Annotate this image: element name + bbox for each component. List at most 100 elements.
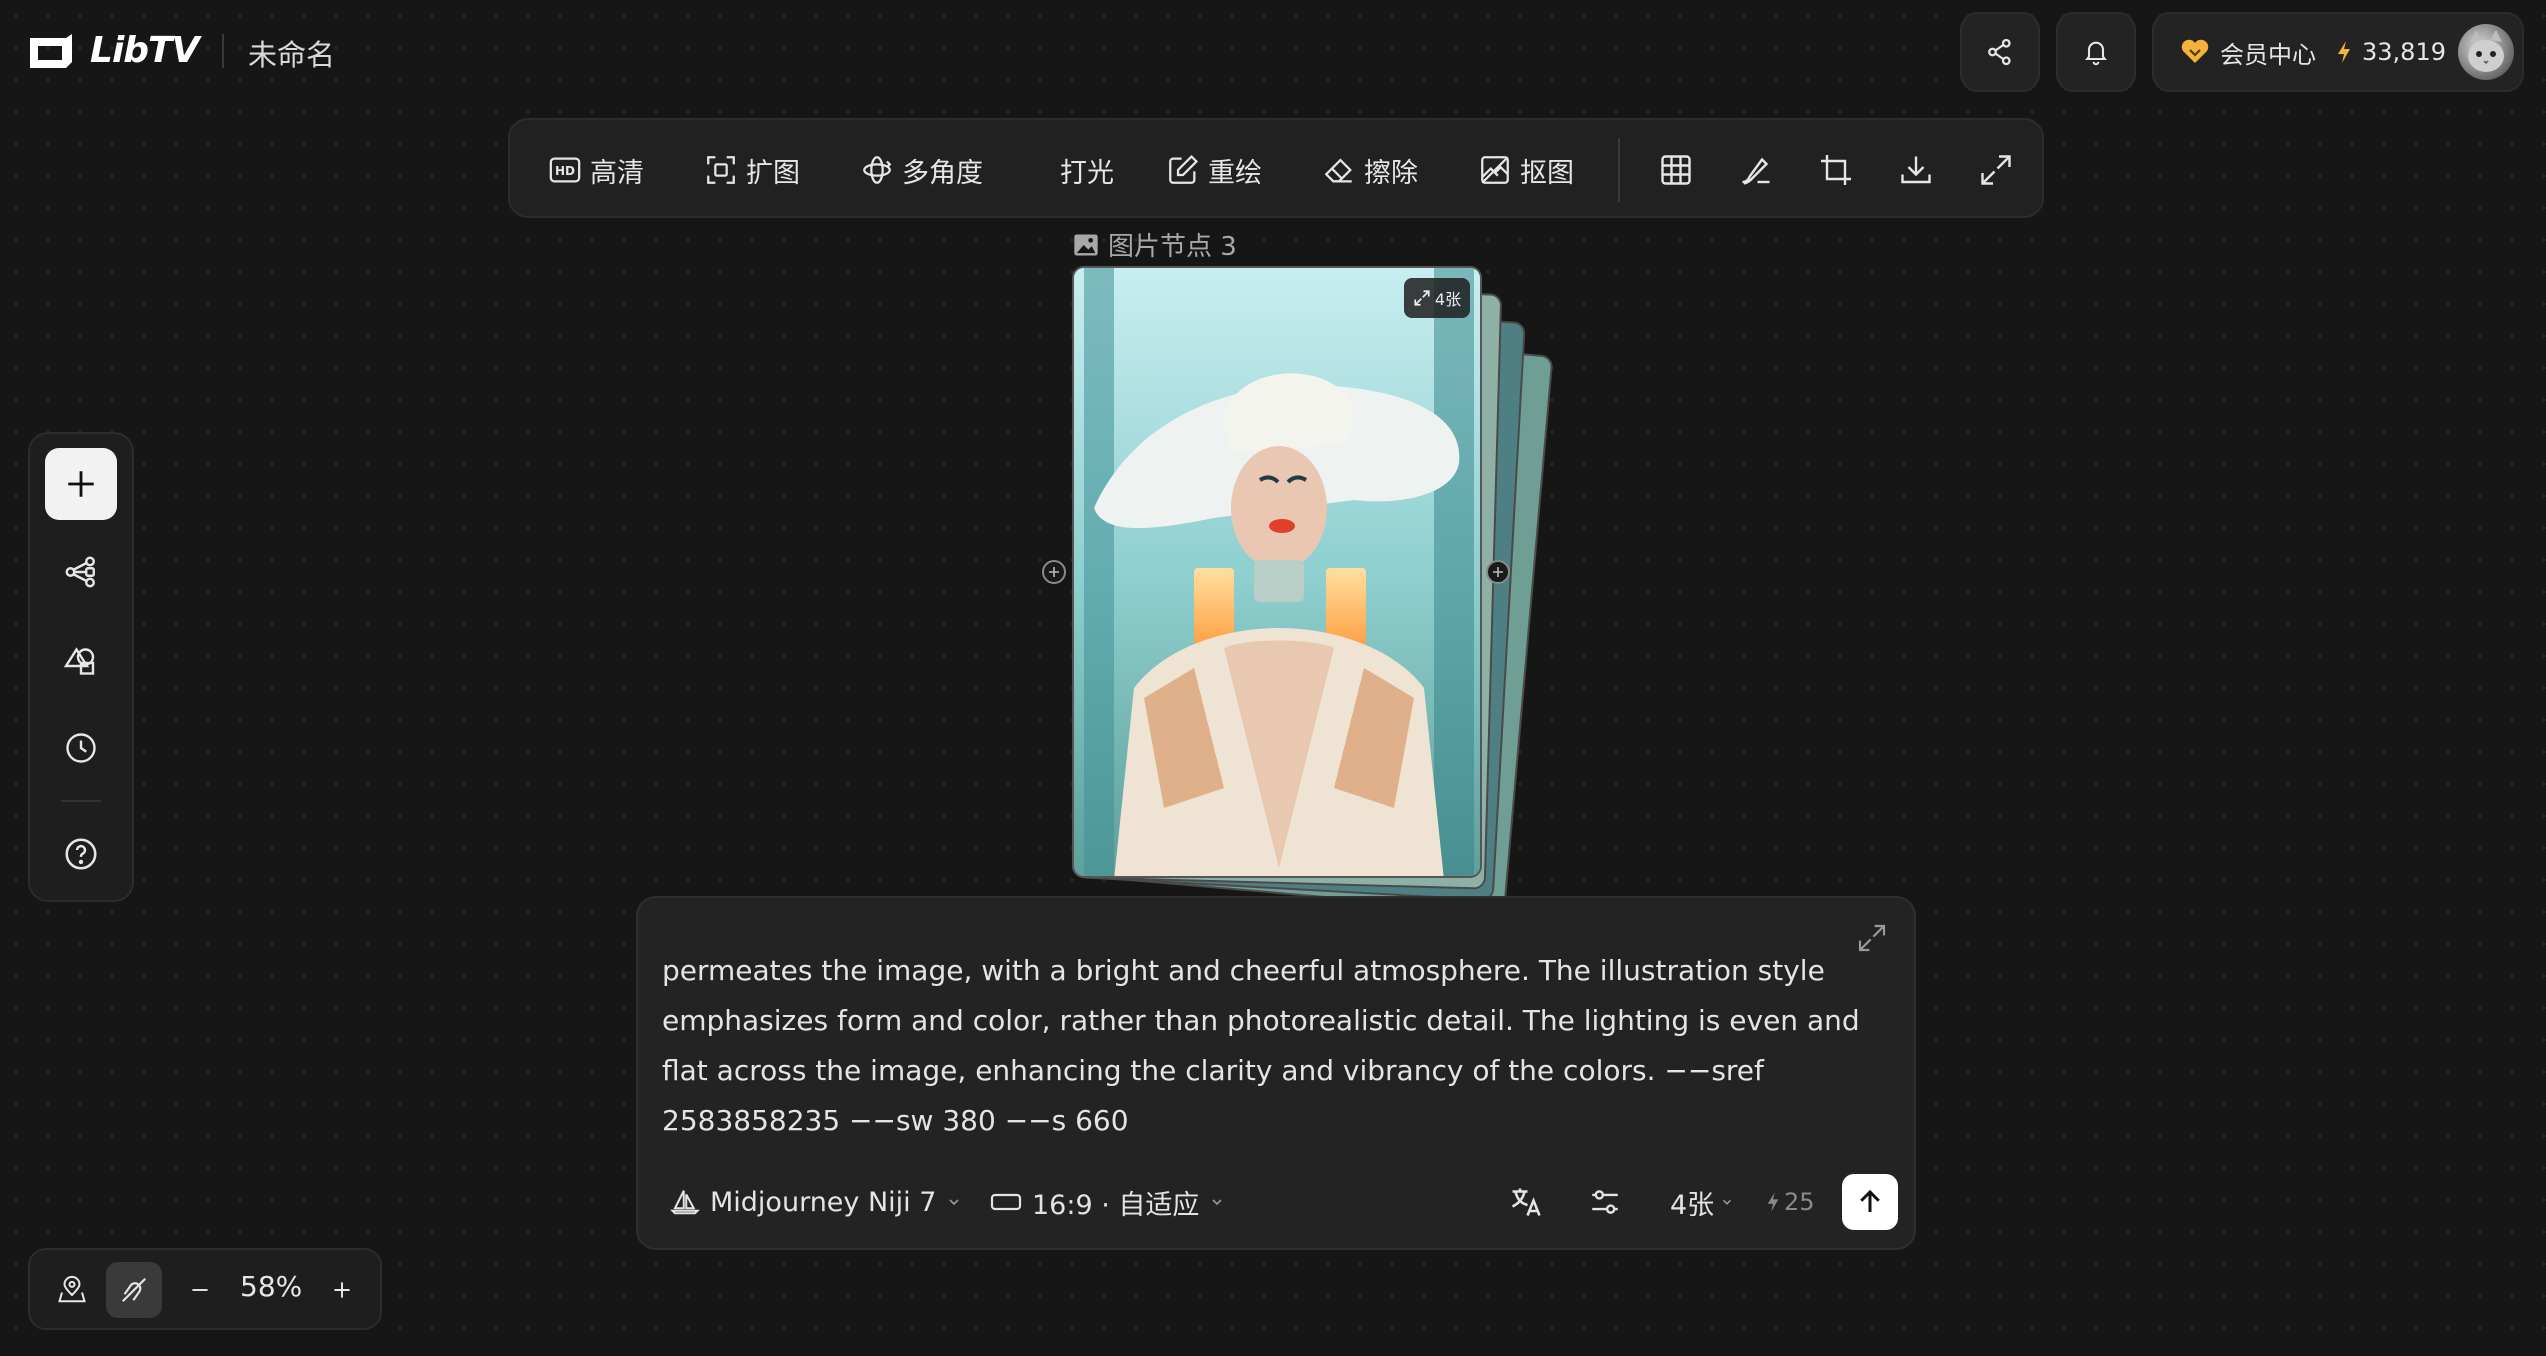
expand-icon [707,156,735,184]
cat-avatar-icon [2468,30,2504,72]
brush-icon [1742,157,1770,185]
clock-icon [66,733,96,763]
image-icon [1074,234,1098,255]
tool-lighting-label: 打光 [1060,157,1114,189]
tool-cutout[interactable]: 抠图 [1478,148,1574,192]
locate-button[interactable] [44,1262,100,1318]
image-count-selector[interactable]: 4张 [1670,1180,1734,1224]
node-input-connector[interactable] [1042,560,1066,584]
model-name: Midjourney Niji 7 [710,1186,937,1218]
fullscreen-icon [1981,155,2011,185]
sliders-icon [1592,1190,1618,1214]
bell-icon [2085,41,2107,66]
libtv-logo-icon [30,33,72,68]
image-count-value: 4张 [1670,1189,1715,1221]
lightning-icon [1767,1192,1779,1212]
node-title: 图片节点 3 [1108,232,1237,262]
help-icon [65,838,97,870]
toolbar-divider [1618,138,1620,202]
download-icon [1901,156,1931,184]
image-count-label: 4张 [1434,290,1462,309]
location-pin-icon [58,1275,86,1303]
help-button[interactable] [45,818,117,890]
generated-image[interactable]: 4张 [1072,266,1482,878]
sailboat-icon [670,1190,700,1215]
share-button[interactable] [1960,12,2040,92]
user-avatar[interactable] [2458,24,2514,80]
zoom-in-button[interactable] [314,1262,370,1318]
tool-expand-label: 扩图 [746,157,800,189]
prompt-panel: permeates the image, with a bright and c… [636,896,1916,1250]
cutout-icon [1481,156,1509,184]
document-title[interactable]: 未命名 [248,32,335,74]
tool-multi-angle[interactable]: 多角度 [860,148,983,192]
workflow-button[interactable] [45,536,117,608]
zoom-out-button[interactable] [172,1262,228,1318]
svg-text:HD: HD [555,164,575,178]
left-tool-rail [28,432,134,902]
aspect-ratio-value: 16:9 · 自适应 [1032,1189,1200,1221]
zoom-level[interactable]: 58% [240,1270,302,1303]
tool-erase[interactable]: 擦除 [1322,148,1418,192]
tool-hd-label: 高清 [590,157,644,189]
add-node-button[interactable] [45,448,117,520]
tool-expand[interactable]: 扩图 [704,148,800,192]
chevron-down-icon [1723,1199,1732,1205]
aspect-ratio-selector[interactable]: 16:9 · 自适应 [990,1180,1225,1224]
member-center-label: 会员中心 [2220,40,2316,69]
download-button[interactable] [1896,150,1936,190]
settings-button[interactable] [1588,1180,1622,1224]
tool-lighting[interactable]: 打光 [1052,148,1114,192]
lightning-icon [2338,41,2350,63]
node-label: 图片节点 3 [1072,226,1237,263]
workflow-icon [65,556,95,588]
history-button[interactable] [45,712,117,784]
magnet-snap-button[interactable] [106,1262,162,1318]
member-center-button[interactable]: 会员中心 33,819 [2152,12,2524,92]
minus-icon [192,1289,208,1291]
plus-icon [334,1282,350,1298]
image-toolbar: HD 高清 扩图 多角度 打光 重绘 擦除 抠图 [508,118,2044,218]
zoom-controls: 58% [28,1248,382,1330]
rotate-icon [863,156,892,184]
node-output-connector[interactable] [1486,560,1510,584]
expand-arrows-icon [1414,290,1430,306]
aspect-ratio-icon [990,1193,1022,1211]
tool-redraw-label: 重绘 [1208,157,1262,189]
grid-icon [1661,155,1691,185]
shapes-button[interactable] [45,624,117,696]
eraser-icon [1324,158,1352,183]
plus-icon [68,471,94,497]
plus-small-icon [1493,567,1503,577]
app-name: LibTV [90,30,199,71]
tool-redraw[interactable]: 重绘 [1166,148,1262,192]
plus-small-icon [1049,567,1059,577]
send-button[interactable] [1842,1174,1898,1230]
chevron-down-icon [1212,1199,1222,1206]
vip-heart-icon [2181,39,2209,63]
tool-multi-angle-label: 多角度 [902,157,983,189]
title-divider [222,34,224,68]
brush-button[interactable] [1736,150,1776,190]
cost-value: 25 [1784,1188,1815,1216]
credit-balance: 33,819 [2362,38,2446,66]
image-count-badge[interactable]: 4张 [1404,278,1470,318]
translate-button[interactable] [1508,1180,1544,1224]
share-icon [1988,38,2011,66]
tool-hd[interactable]: HD 高清 [548,148,644,192]
chevron-down-icon [949,1199,960,1206]
notifications-button[interactable] [2056,12,2136,92]
crop-icon [1821,155,1851,185]
fullscreen-button[interactable] [1976,150,2016,190]
app-logo[interactable]: LibTV [26,30,199,71]
tool-cutout-label: 抠图 [1520,157,1574,189]
prompt-textarea[interactable]: permeates the image, with a bright and c… [662,946,1892,1146]
translate-icon [1511,1188,1541,1216]
rail-divider [61,800,101,802]
model-selector[interactable]: Midjourney Niji 7 [670,1180,962,1224]
grid-button[interactable] [1656,150,1696,190]
edit-icon [1169,154,1199,184]
shapes-icon [63,647,95,675]
crop-button[interactable] [1816,150,1856,190]
hd-icon: HD [549,157,581,183]
